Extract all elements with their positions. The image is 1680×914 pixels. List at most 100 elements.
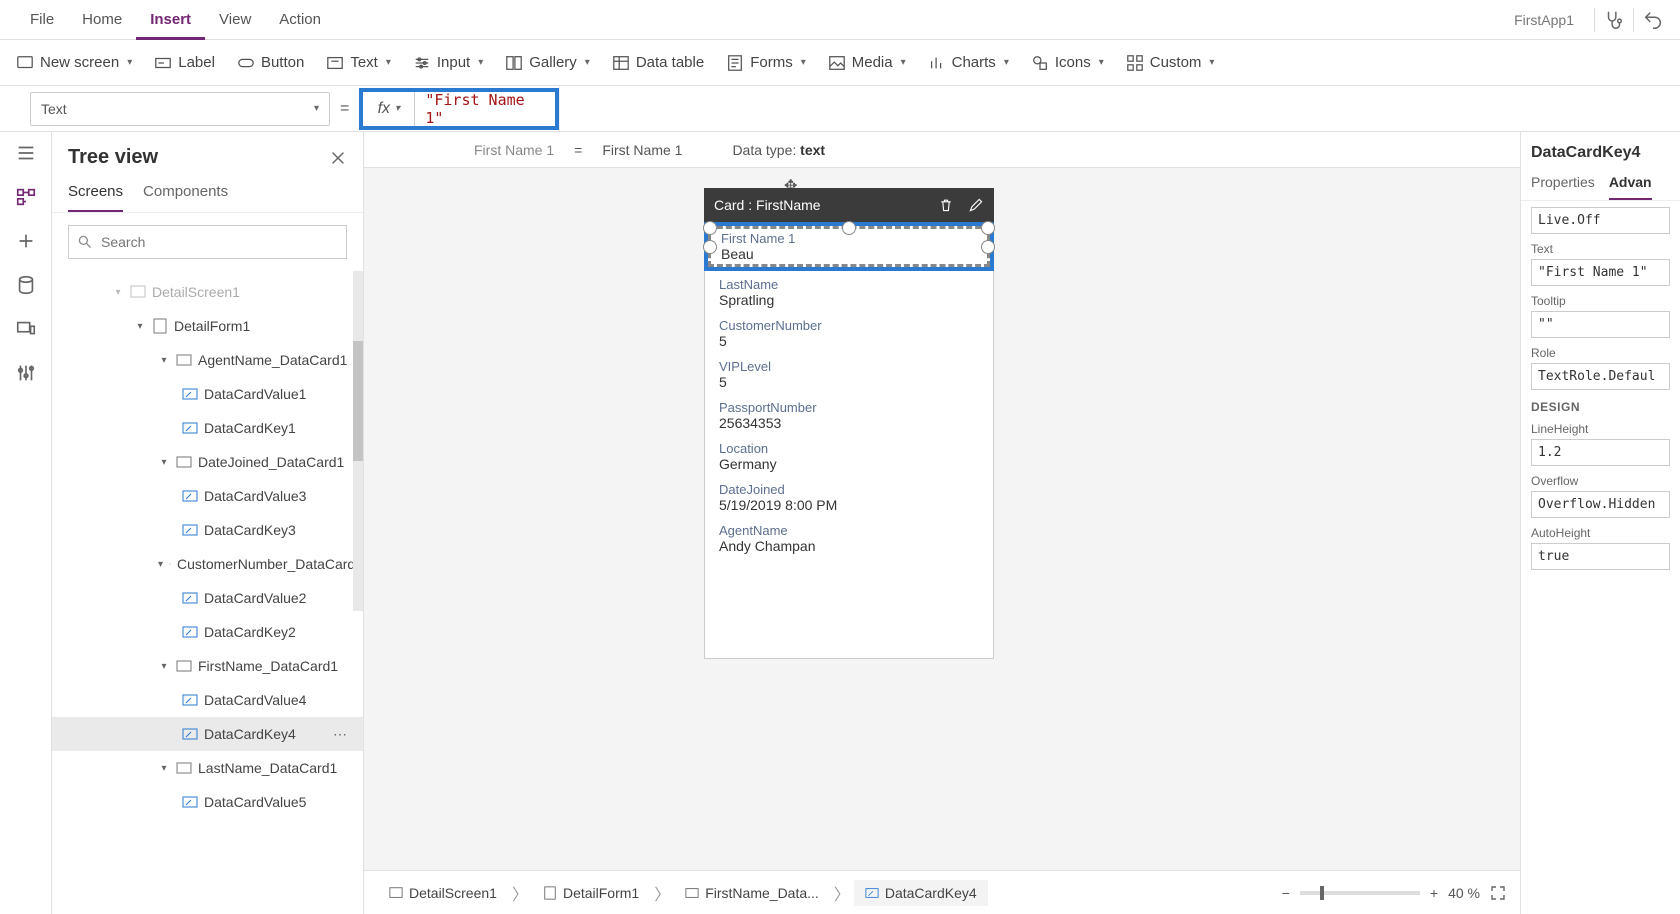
panel-title: DataCardKey4 — [1521, 132, 1680, 168]
charts-dropdown[interactable]: Charts▾ — [928, 54, 1009, 72]
tab-components[interactable]: Components — [143, 177, 228, 212]
tree-node-datacardkey3[interactable]: DataCardKey3 — [52, 513, 363, 547]
plus-icon[interactable] — [15, 230, 37, 252]
screen-icon — [16, 54, 34, 72]
shapes-icon — [1031, 54, 1049, 72]
tree-node-customernumber-card[interactable]: ▾CustomerNumber_DataCard1 — [52, 547, 363, 581]
text-dropdown[interactable]: Text▾ — [326, 54, 391, 72]
pencil-icon[interactable] — [968, 197, 984, 213]
tree-node-datacardkey2[interactable]: DataCardKey2 — [52, 615, 363, 649]
field-viplevel[interactable]: VIPLevel5 — [705, 353, 993, 394]
overflow-value[interactable]: Overflow.Hidden — [1531, 491, 1670, 518]
live-value[interactable]: Live.Off — [1531, 207, 1670, 234]
devices-icon[interactable] — [15, 318, 37, 340]
tab-properties[interactable]: Properties — [1531, 168, 1595, 200]
icons-dropdown[interactable]: Icons▾ — [1031, 54, 1104, 72]
field-datejoined[interactable]: DateJoined5/19/2019 8:00 PM — [705, 476, 993, 517]
autoheight-value[interactable]: true — [1531, 543, 1670, 570]
resize-handle[interactable] — [981, 221, 995, 235]
card-titlebar[interactable]: Card : FirstName — [704, 188, 994, 222]
tree-node-datacardvalue3[interactable]: DataCardValue3 — [52, 479, 363, 513]
overflow-label: Overflow — [1531, 474, 1670, 488]
stethoscope-icon[interactable] — [1603, 9, 1625, 31]
fx-button[interactable]: fx▾ — [363, 92, 415, 126]
label-button[interactable]: Label — [154, 54, 215, 72]
card-icon — [685, 886, 699, 900]
tree-node-datacardkey1[interactable]: DataCardKey1 — [52, 411, 363, 445]
tree-view-icon[interactable] — [15, 186, 37, 208]
trash-icon[interactable] — [938, 197, 954, 213]
formula-highlight: fx▾ "First Name 1" — [359, 88, 559, 130]
text-value[interactable]: "First Name 1" — [1531, 259, 1670, 286]
search-input[interactable] — [68, 225, 347, 259]
button-button[interactable]: Button — [237, 54, 304, 72]
resize-handle[interactable] — [703, 221, 717, 235]
scrollbar[interactable] — [353, 271, 363, 611]
database-icon[interactable] — [15, 274, 37, 296]
insert-ribbon: New screen▾ Label Button Text▾ Input▾ Ga… — [0, 40, 1680, 86]
menu-action[interactable]: Action — [265, 0, 335, 40]
field-location[interactable]: LocationGermany — [705, 435, 993, 476]
menu-view[interactable]: View — [205, 0, 265, 40]
field-passport[interactable]: PassportNumber25634353 — [705, 394, 993, 435]
lineheight-value[interactable]: 1.2 — [1531, 439, 1670, 466]
hamburger-icon[interactable] — [15, 142, 37, 164]
property-select[interactable]: Text▾ — [30, 92, 330, 126]
tree-scroll[interactable]: ▾DetailScreen1 ▾DetailForm1 ▾AgentName_D… — [52, 271, 363, 914]
zoom-out-icon[interactable]: − — [1282, 885, 1290, 901]
tree-node-firstname-card[interactable]: ▾FirstName_DataCard1 — [52, 649, 363, 683]
new-screen-button[interactable]: New screen▾ — [16, 54, 132, 72]
crumb-form[interactable]: DetailForm1 — [532, 880, 650, 906]
menu-insert[interactable]: Insert — [136, 0, 205, 40]
crumb-datacard[interactable]: FirstName_Data... — [674, 880, 830, 906]
card-body: LastNameSpratling CustomerNumber5 VIPLev… — [704, 271, 994, 659]
tree-node-datacardvalue2[interactable]: DataCardValue2 — [52, 581, 363, 615]
resize-handle[interactable] — [981, 240, 995, 254]
zoom-controls[interactable]: − + 40 % — [1282, 885, 1506, 901]
undo-icon[interactable] — [1642, 9, 1664, 31]
tree-node-detailform[interactable]: ▾DetailForm1 — [52, 309, 363, 343]
button-icon — [237, 54, 255, 72]
tooltip-value[interactable]: "" — [1531, 311, 1670, 338]
tab-screens[interactable]: Screens — [68, 177, 123, 212]
field-customernumber[interactable]: CustomerNumber5 — [705, 312, 993, 353]
role-value[interactable]: TextRole.Defaul — [1531, 363, 1670, 390]
text-label: Text — [1531, 242, 1670, 256]
forms-dropdown[interactable]: Forms▾ — [726, 54, 806, 72]
crumb-screen[interactable]: DetailScreen1 — [378, 880, 508, 906]
tree-node-detailscreen[interactable]: ▾DetailScreen1 — [52, 275, 363, 309]
datatable-button[interactable]: Data table — [612, 54, 704, 72]
media-dropdown[interactable]: Media▾ — [828, 54, 906, 72]
tree-node-datacardvalue1[interactable]: DataCardValue1 — [52, 377, 363, 411]
tree-node-datacardvalue5[interactable]: DataCardValue5 — [52, 785, 363, 819]
tree-node-lastname-card[interactable]: ▾LastName_DataCard1 — [52, 751, 363, 785]
tree-node-datacardkey4[interactable]: DataCardKey4⋯ — [52, 717, 363, 751]
field-agentname[interactable]: AgentNameAndy Champan — [705, 517, 993, 558]
fit-icon[interactable] — [1490, 885, 1506, 901]
close-icon[interactable] — [329, 149, 347, 167]
field-lastname[interactable]: LastNameSpratling — [705, 271, 993, 312]
tree-panel: Tree view Screens Components ▾DetailScre… — [52, 132, 364, 914]
canvas[interactable]: First Name 1 = First Name 1 Data type: t… — [364, 132, 1520, 914]
settings-sliders-icon[interactable] — [15, 362, 37, 384]
tree-node-agentname-card[interactable]: ▾AgentName_DataCard1 — [52, 343, 363, 377]
custom-dropdown[interactable]: Custom▾ — [1126, 54, 1215, 72]
menu-file[interactable]: File — [16, 0, 68, 40]
tab-advanced[interactable]: Advan — [1609, 168, 1652, 200]
input-dropdown[interactable]: Input▾ — [413, 54, 483, 72]
crumb-key[interactable]: DataCardKey4 — [854, 880, 988, 906]
tree-node-datejoined-card[interactable]: ▾DateJoined_DataCard1 — [52, 445, 363, 479]
selected-card[interactable]: Card : FirstName First Name 1 Beau — [704, 188, 994, 659]
tree-node-datacardvalue4[interactable]: DataCardValue4 — [52, 683, 363, 717]
top-menu: File Home Insert View Action FirstApp1 — [0, 0, 1680, 40]
selected-datacard-key[interactable]: First Name 1 Beau — [708, 226, 990, 267]
formula-input[interactable]: "First Name 1" — [415, 92, 555, 126]
zoom-in-icon[interactable]: + — [1430, 885, 1438, 901]
menu-home[interactable]: Home — [68, 0, 136, 40]
resize-handle[interactable] — [842, 221, 856, 235]
more-icon[interactable]: ⋯ — [333, 726, 349, 743]
resize-handle[interactable] — [703, 240, 717, 254]
gallery-dropdown[interactable]: Gallery▾ — [505, 54, 590, 72]
zoom-slider[interactable] — [1300, 891, 1420, 895]
properties-panel: DataCardKey4 Properties Advan Live.Off T… — [1520, 132, 1680, 914]
